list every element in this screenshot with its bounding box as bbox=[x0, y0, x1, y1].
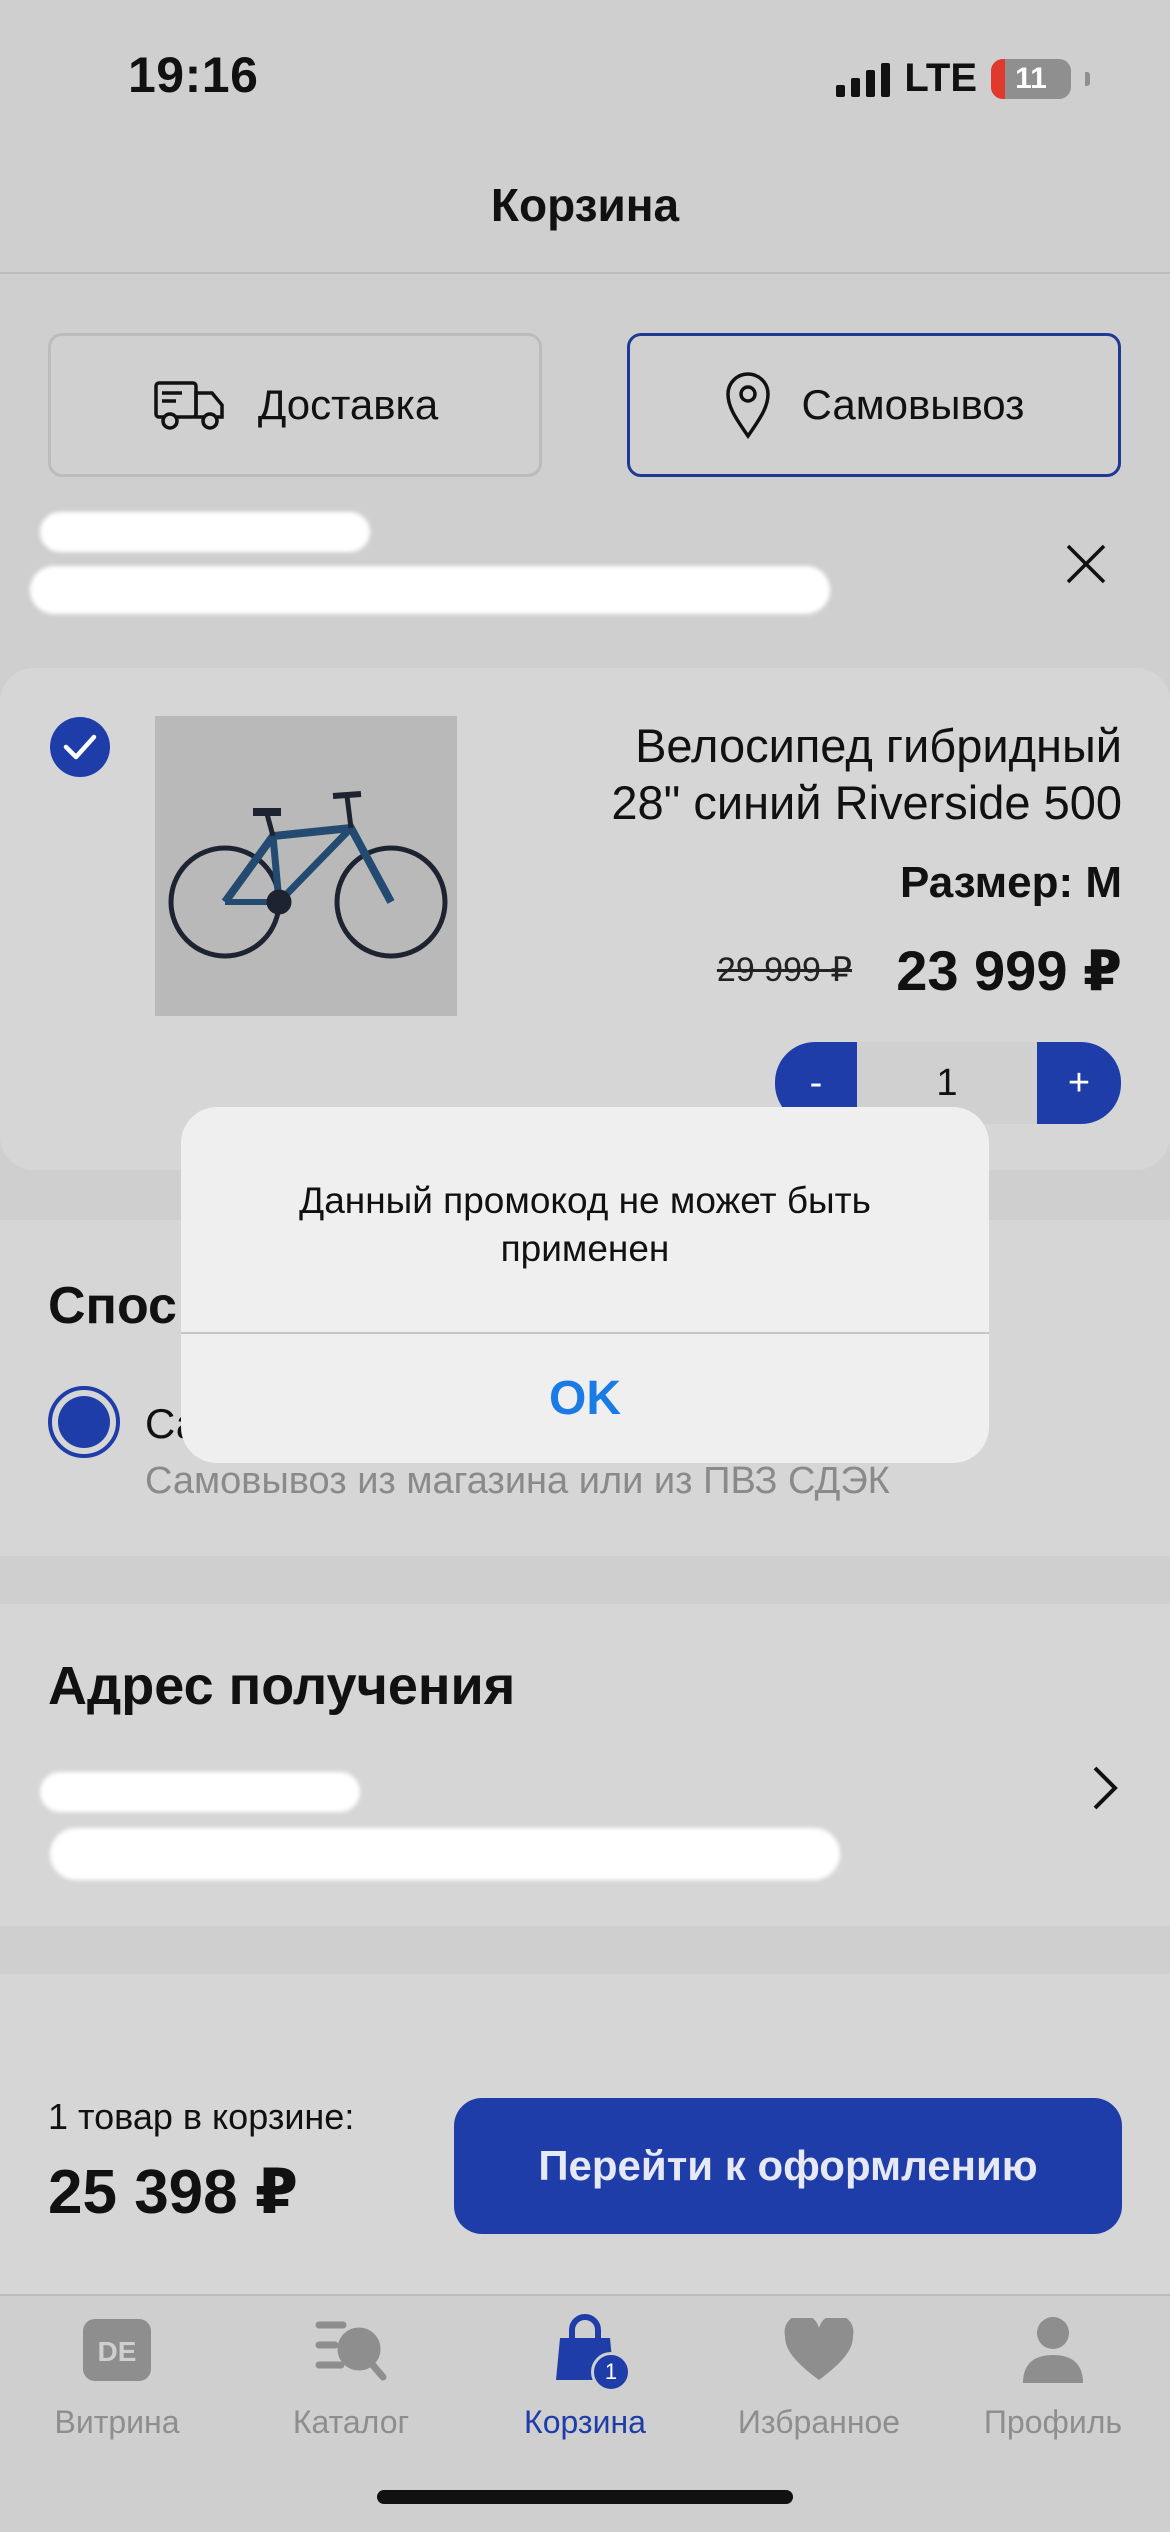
pickup-radio[interactable] bbox=[48, 1386, 120, 1458]
alert-ok-button[interactable]: OK bbox=[181, 1334, 989, 1463]
home-indicator[interactable] bbox=[377, 2490, 793, 2504]
header-divider bbox=[0, 272, 1170, 274]
delivery-option-button[interactable]: Доставка bbox=[48, 333, 542, 477]
checkmark-icon bbox=[63, 734, 97, 760]
cart-badge: 1 bbox=[591, 2352, 631, 2392]
status-indicators: LTE 11 bbox=[836, 56, 1090, 101]
delivery-option-label: Доставка bbox=[257, 381, 439, 428]
chevron-right-icon[interactable] bbox=[1085, 1760, 1125, 1816]
catalog-search-icon bbox=[311, 2310, 391, 2390]
product-title[interactable]: Велосипед гибридный 28" синий Riverside … bbox=[482, 717, 1122, 831]
location-pin-icon bbox=[725, 372, 770, 440]
battery-icon: 11 bbox=[991, 58, 1071, 99]
heart-icon bbox=[779, 2310, 859, 2390]
pickup-radio-description: Самовывоз из магазина или из ПВЗ СДЭК bbox=[145, 1460, 890, 1502]
tab-catalog-label: Каталог bbox=[292, 2404, 410, 2440]
svg-text:DE: DE bbox=[98, 2336, 137, 2367]
close-icon[interactable] bbox=[1060, 538, 1112, 590]
cart-total: 25 398 ₽ bbox=[48, 2158, 298, 2227]
shipping-method-title: Спос bbox=[48, 1277, 177, 1335]
storefront-icon: DE bbox=[77, 2310, 157, 2390]
status-time: 19:16 bbox=[128, 47, 259, 103]
tab-profile-label: Профиль bbox=[983, 2404, 1123, 2440]
tab-favorites[interactable]: Избранное bbox=[702, 2310, 936, 2441]
item-select-checkbox[interactable] bbox=[50, 717, 110, 777]
redacted-pickup-address bbox=[30, 566, 830, 614]
current-price: 23 999 ₽ bbox=[896, 939, 1122, 1002]
tab-storefront[interactable]: DE Витрина bbox=[0, 2310, 234, 2441]
quantity-increase-button[interactable]: + bbox=[1037, 1042, 1121, 1124]
alert-message: Данный промокод не может быть применен bbox=[299, 1180, 871, 1269]
pickup-option-button[interactable]: Самовывоз bbox=[627, 333, 1121, 477]
pickup-option-label: Самовывоз bbox=[801, 381, 1025, 428]
bicycle-icon bbox=[168, 791, 448, 959]
tab-cart[interactable]: 1 Корзина bbox=[468, 2310, 702, 2441]
tab-profile[interactable]: Профиль bbox=[936, 2310, 1170, 2441]
redacted-address-name bbox=[40, 1772, 360, 1812]
promo-error-alert: Данный промокод не может быть применен O… bbox=[181, 1107, 989, 1463]
cart-item-count: 1 товар в корзине: bbox=[48, 2096, 355, 2137]
checkout-button[interactable]: Перейти к оформлению bbox=[454, 2098, 1122, 2234]
truck-icon bbox=[154, 381, 224, 430]
tab-cart-label: Корзина bbox=[524, 2404, 646, 2440]
cart-bag-icon: 1 bbox=[545, 2310, 631, 2392]
profile-icon bbox=[1013, 2310, 1093, 2390]
tab-favorites-label: Избранное bbox=[737, 2404, 901, 2440]
product-image[interactable] bbox=[155, 716, 457, 1016]
signal-icon bbox=[836, 61, 891, 97]
redacted-pickup-name bbox=[40, 512, 370, 552]
old-price: 29 999 ₽ bbox=[716, 951, 852, 989]
address-title: Адрес получения bbox=[48, 1656, 516, 1716]
redacted-address-line bbox=[50, 1828, 840, 1880]
tab-catalog[interactable]: Каталог bbox=[234, 2310, 468, 2441]
tab-storefront-label: Витрина bbox=[54, 2404, 180, 2440]
network-type: LTE bbox=[904, 56, 977, 100]
page-title: Корзина bbox=[490, 179, 680, 231]
product-size: Размер: M bbox=[900, 858, 1122, 907]
